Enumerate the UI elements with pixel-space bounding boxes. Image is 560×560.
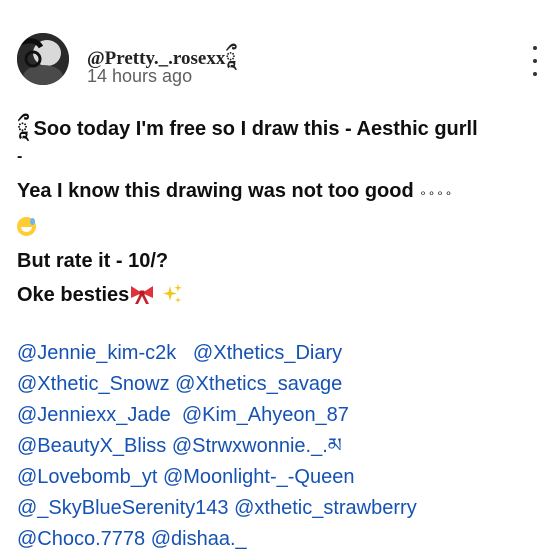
mention-link[interactable]: @dishaa._ (151, 528, 247, 550)
grinning-sweat-emoji (17, 217, 36, 236)
mention-link[interactable]: @Moonlight-_-Queen (163, 466, 355, 488)
comment-text: Oke besties (17, 284, 130, 306)
sparkles-emoji (162, 284, 182, 303)
comment-line (17, 210, 547, 244)
mention-link[interactable]: @_SkyBlueSerenity143 (17, 497, 229, 519)
avatar[interactable] (17, 33, 69, 85)
mention-row: @Jenniexx_Jade @Kim_Ahyeon_87 (17, 400, 547, 431)
ribbon-emoji (131, 286, 154, 304)
mention-link[interactable]: @Choco.7778 (17, 528, 145, 550)
mention-link[interactable]: @Lovebomb_yt (17, 466, 157, 488)
comment-text: Yea I know this drawing was not too good (17, 180, 414, 202)
mention-row: @Lovebomb_yt @Moonlight-_-Queen (17, 462, 547, 493)
mention-link[interactable]: @Xthetic_Snowz (17, 373, 170, 395)
mention-row: @Jennie_kim-c2k @Xthetics_Diary (17, 338, 547, 369)
comment-line: Oke besties (17, 278, 547, 312)
mention-list: @Jennie_kim-c2k @Xthetics_Diary @Xthetic… (17, 338, 547, 555)
comment-body: ཱྀ Soo today I'm free so I draw this - Ae… (17, 112, 547, 555)
mention-link[interactable]: @Kim_Ahyeon_87 (182, 404, 349, 426)
mention-link[interactable]: @Xthetics_savage (175, 373, 342, 395)
comment-timestamp: 14 hours ago (87, 66, 193, 86)
dots-text: ∘∘∘∘ (419, 186, 454, 200)
mention-link[interactable]: @BeautyX_Bliss (17, 435, 166, 457)
mention-link[interactable]: @Xthetics_Diary (193, 342, 342, 364)
more-vertical-icon[interactable] (528, 46, 542, 76)
avatar-image (17, 33, 69, 85)
mention-row: @Xthetic_Snowz @Xthetics_savage (17, 369, 547, 400)
comment-line: Yea I know this drawing was not too good… (17, 174, 547, 210)
comment-line: But rate it - 10/? (17, 250, 169, 272)
mention-row: @BeautyX_Bliss @Strwxwonnie._.མ (17, 431, 547, 462)
mention-link[interactable]: @Jennie_kim-c2k (17, 342, 176, 364)
mention-link[interactable]: @Jenniexx_Jade (17, 404, 171, 426)
mention-link[interactable]: @Strwxwonnie._.མ (172, 435, 342, 457)
comment-line: - (17, 148, 23, 165)
mention-link[interactable]: @xthetic_strawberry (234, 497, 417, 519)
mention-row: @_SkyBlueSerenity143 @xthetic_strawberry (17, 493, 547, 524)
comment-line: ཱྀ Soo today I'm free so I draw this - Ae… (17, 118, 478, 140)
mention-row: @Choco.7778 @dishaa._ (17, 524, 547, 555)
